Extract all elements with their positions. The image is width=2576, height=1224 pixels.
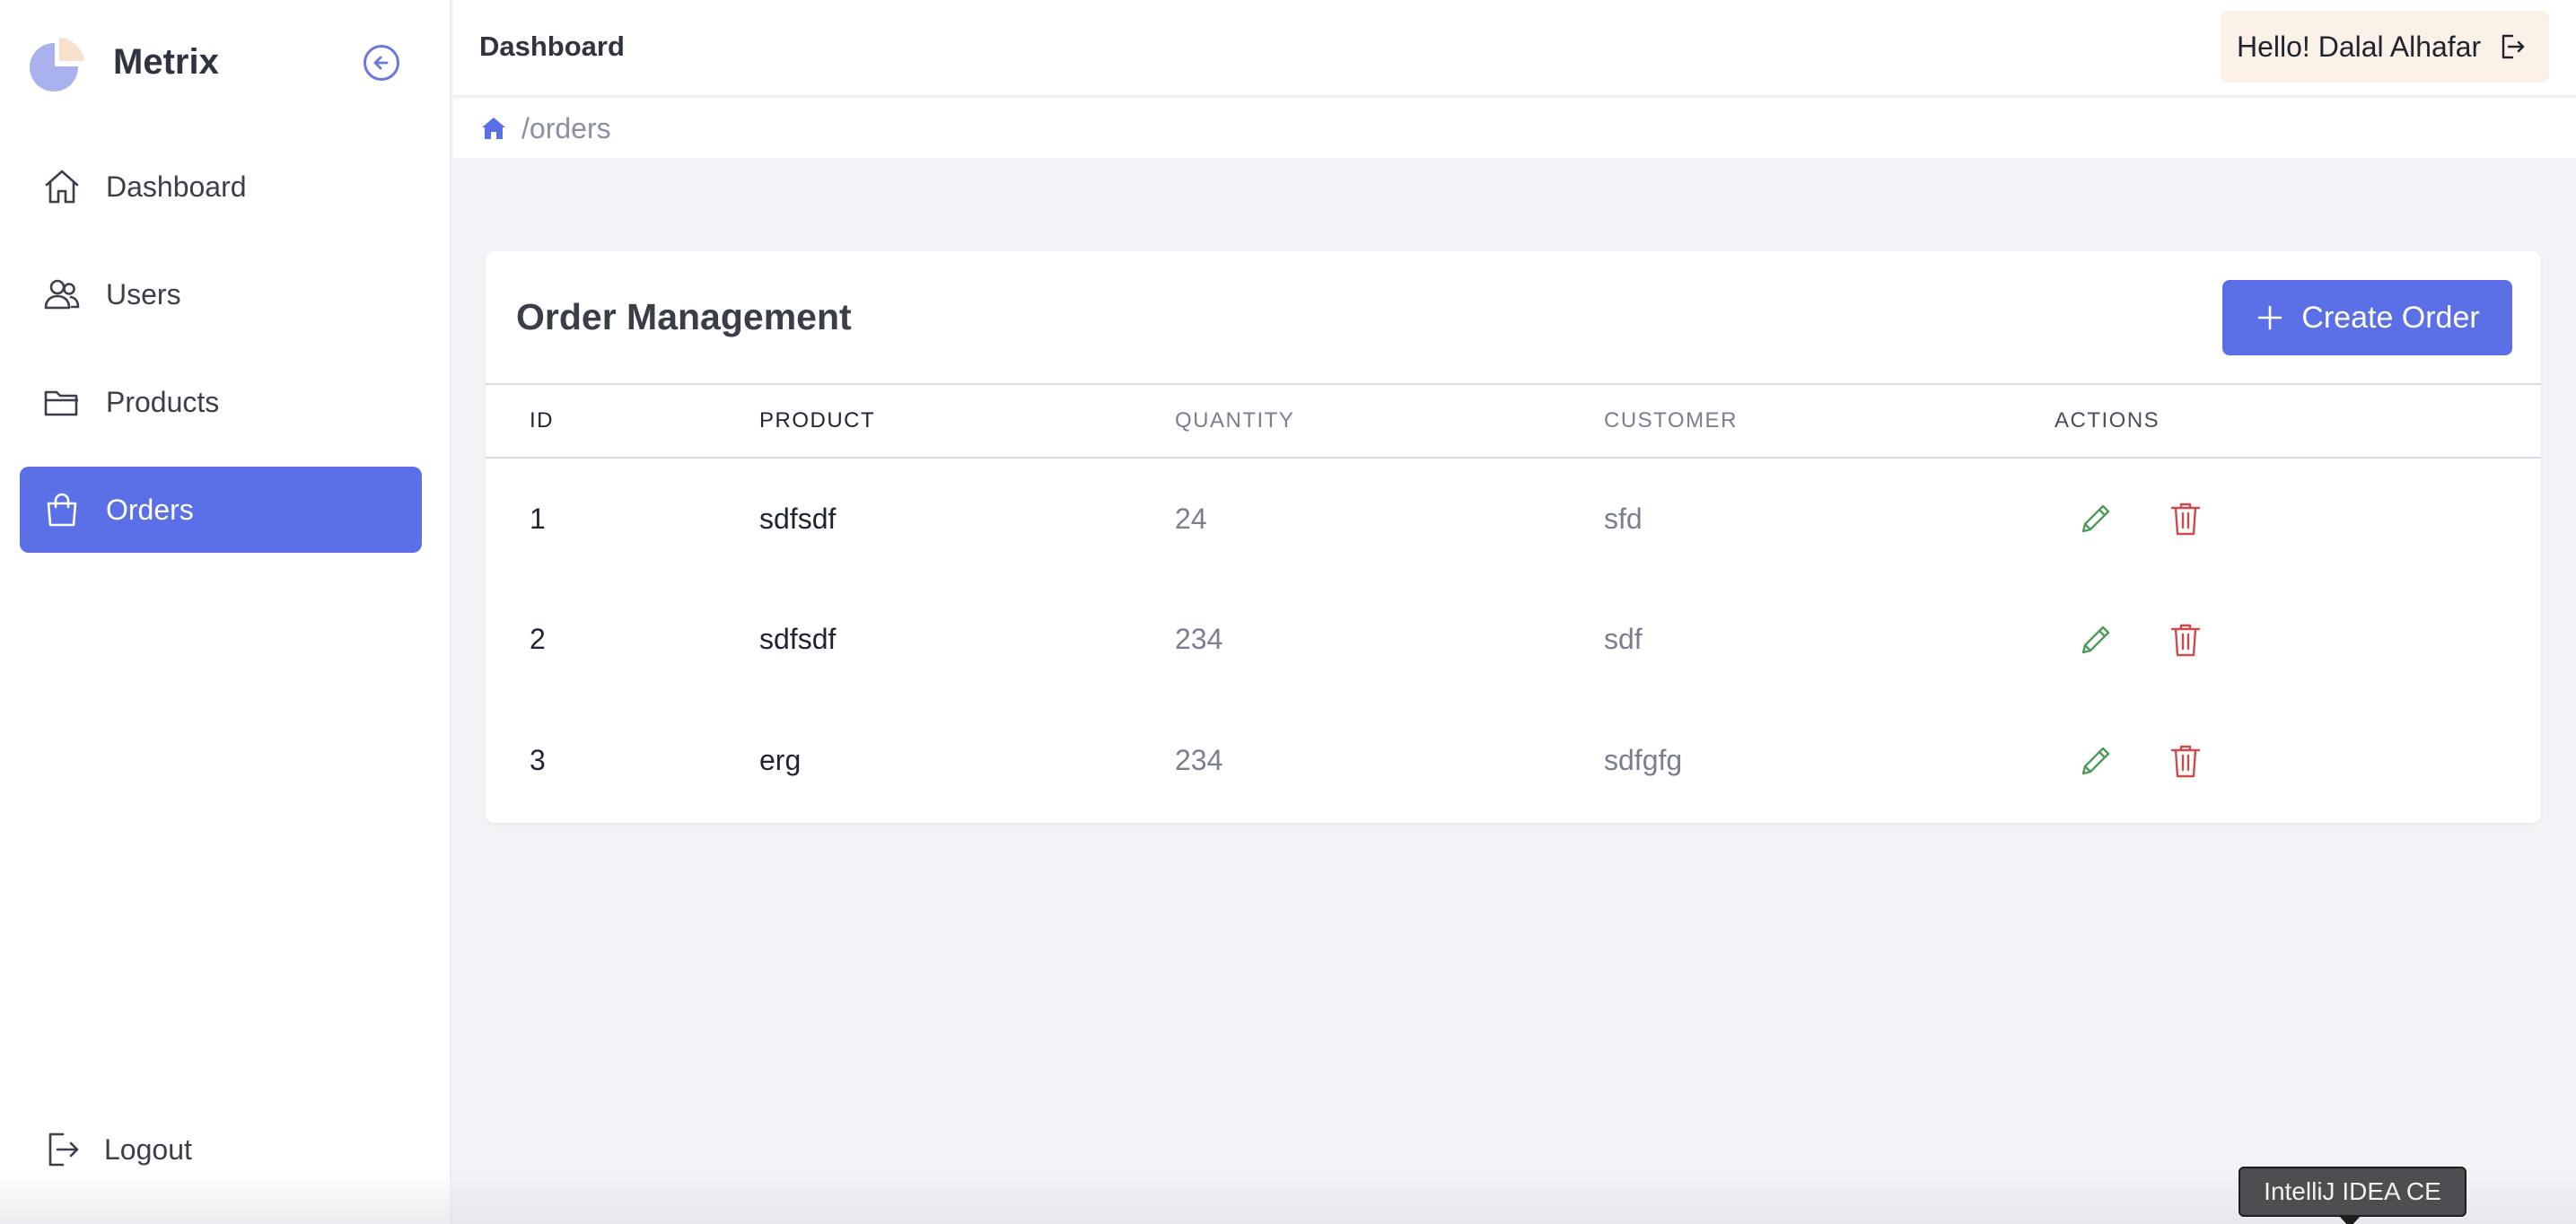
cell-id: 2 [530,623,546,655]
order-management-card: Order Management Create Order ID PRODUCT… [486,251,2541,823]
home-icon[interactable] [478,113,509,144]
app-root: Metrix Dashboard Users Products Orders L… [0,0,2576,1224]
delete-button[interactable] [2160,736,2211,786]
logout-label: Logout [104,1132,192,1166]
dock-shadow [0,1167,2576,1224]
users-icon [44,279,80,310]
cell-quantity: 234 [1175,623,1223,655]
logout-button[interactable]: Logout [41,1129,192,1170]
page-title: Dashboard [479,31,625,62]
column-header-actions: ACTIONS [2055,408,2160,433]
create-order-button[interactable]: Create Order [2222,280,2512,355]
cell-quantity: 234 [1175,744,1223,776]
logo-icon [30,38,84,92]
cell-id: 1 [530,502,546,535]
sidebar-item-label: Users [106,277,181,310]
logout-icon [48,1132,79,1167]
orders-table: ID PRODUCT QUANTITY CUSTOMER ACTIONS 1 s… [486,383,2541,821]
greeting-text: Hello! Dalal Alhafar [2237,30,2482,63]
logout-icon [2502,34,2525,59]
cell-quantity: 24 [1175,502,1207,535]
edit-button[interactable] [2071,494,2121,544]
delete-button[interactable] [2160,494,2211,544]
topbar: Dashboard Hello! Dalal Alhafar [453,0,2576,97]
sidebar-nav: Dashboard Users Products Orders [20,144,422,574]
sidebar-item-users[interactable]: Users [20,251,422,337]
column-header-product[interactable]: PRODUCT [759,384,1175,458]
cell-product: erg [759,744,802,776]
edit-button[interactable] [2071,736,2121,786]
cell-customer: sdfgfg [1604,744,1683,776]
cell-actions [2055,700,2541,821]
cell-product: sdfsdf [759,623,837,655]
edit-button[interactable] [2071,615,2121,665]
column-header-id[interactable]: ID [486,384,759,458]
breadcrumb-path[interactable]: /orders [521,112,611,145]
cell-customer: sdf [1604,623,1643,655]
delete-button[interactable] [2160,615,2211,665]
brand-name: Metrix [113,41,219,82]
sidebar-item-orders[interactable]: Orders [20,467,422,553]
folder-icon [44,390,78,416]
sidebar-item-dashboard[interactable]: Dashboard [20,144,422,230]
pencil-icon [2081,747,2110,774]
table-header-row: ID PRODUCT QUANTITY CUSTOMER ACTIONS [486,384,2541,458]
sidebar-item-label: Dashboard [106,170,247,203]
sidebar-item-products[interactable]: Products [20,359,422,445]
column-header-quantity[interactable]: QUANTITY [1175,384,1604,458]
home-icon [45,170,79,204]
cell-actions [2055,579,2541,700]
trash-icon [2170,503,2201,536]
cell-actions [2055,458,2541,579]
collapse-sidebar-button[interactable] [364,45,399,81]
pencil-icon [2081,504,2110,533]
arrow-left-icon [373,56,389,70]
trash-icon [2170,624,2201,656]
table-row: 1 sdfsdf 24 sfd [486,458,2541,579]
cell-product: sdfsdf [759,502,837,535]
breadcrumb: /orders [453,99,2576,158]
cell-id: 3 [530,744,546,776]
user-greeting-button[interactable]: Hello! Dalal Alhafar [2221,11,2549,83]
create-order-label: Create Order [2301,300,2480,335]
sidebar: Metrix Dashboard Users Products Orders L… [0,0,451,1224]
table-row: 3 erg 234 sdfgfg [486,700,2541,821]
table-row: 2 sdfsdf 234 sdf [486,579,2541,700]
column-header-customer[interactable]: CUSTOMER [1604,384,2055,458]
sidebar-item-label: Products [106,385,220,418]
cell-customer: sfd [1604,502,1643,535]
pencil-icon [2081,625,2110,653]
card-title: Order Management [516,296,852,337]
sidebar-item-label: Orders [106,493,194,526]
plus-icon [2257,305,2282,330]
brand[interactable]: Metrix [25,31,219,93]
dock-tooltip: IntelliJ IDEA CE [2239,1167,2466,1224]
shopping-bag-icon [47,493,77,527]
trash-icon [2170,745,2201,777]
